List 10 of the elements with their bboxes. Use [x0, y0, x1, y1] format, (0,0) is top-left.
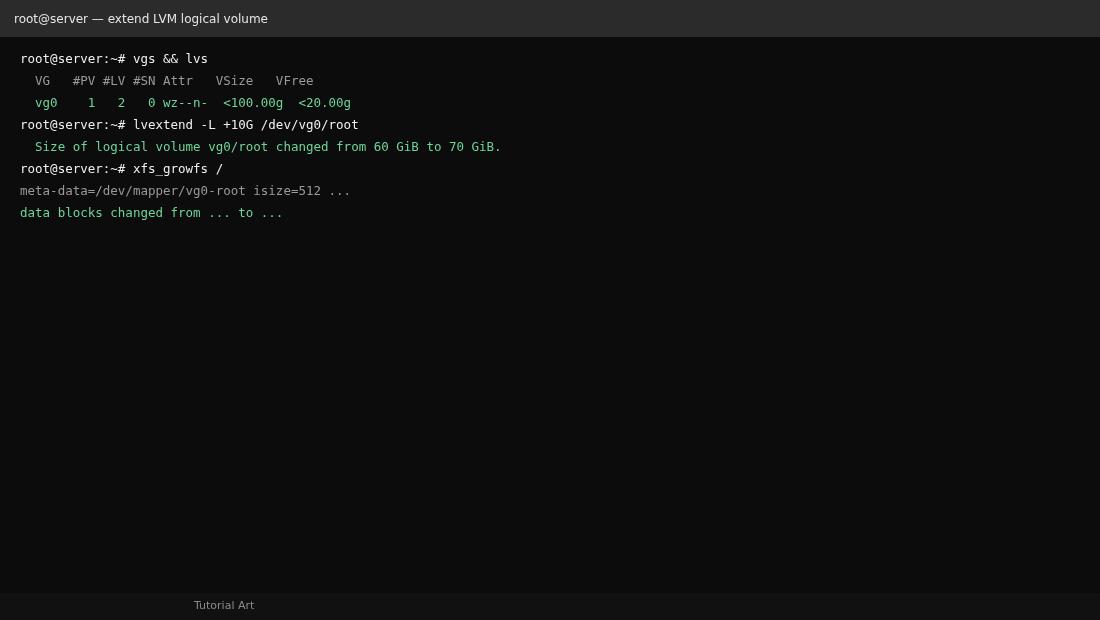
terminal-line: Size of logical volume vg0/root changed from 60 GiB to 70 GiB.: [34, 138, 503, 156]
terminal-line: meta-data=/dev/mapper/vg0-root isize=512 ...: [20, 182, 353, 200]
terminal-line: vg0 1 2 0 wz--n- <100.00g <20.00g: [34, 94, 353, 112]
terminal-line: VG #PV #LV #SN Attr VSize VFree: [34, 72, 315, 90]
terminal-line: data blocks changed from ... to ...: [20, 204, 285, 222]
window-title: root@server — extend LVM logical volume: [14, 10, 268, 28]
status-text: Tutorial Art: [194, 598, 255, 615]
terminal-line: root@server:~# xfs_growfs /: [20, 160, 225, 178]
terminal-line: root@server:~# lvextend -L +10G /dev/vg0/root: [20, 116, 360, 134]
terminal-line: root@server:~# vgs && lvs: [20, 50, 210, 68]
